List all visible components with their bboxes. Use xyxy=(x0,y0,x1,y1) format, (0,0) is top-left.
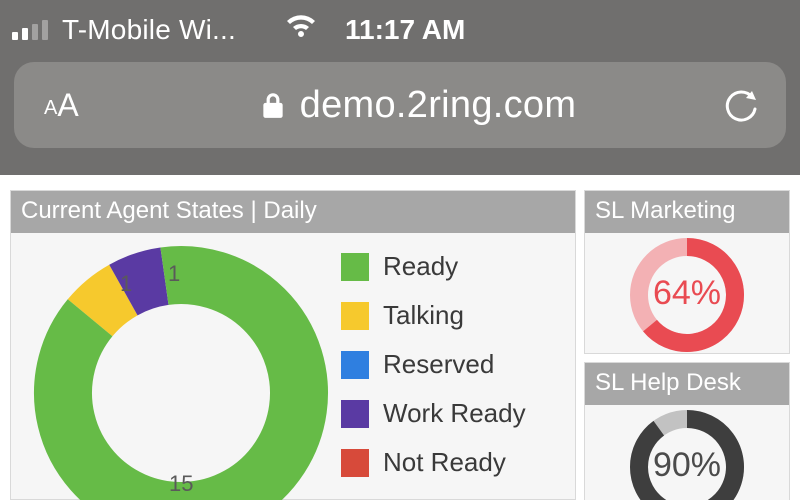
legend-swatch xyxy=(341,449,369,477)
panel-title: SL Help Desk xyxy=(585,363,789,405)
legend-item: Ready xyxy=(341,251,575,282)
sl-helpdesk-gauge: 90% xyxy=(585,405,789,500)
carrier-label: T-Mobile Wi... xyxy=(62,14,236,46)
donut-value-talking: 1 xyxy=(120,271,132,297)
lock-icon xyxy=(260,90,286,120)
panel-title: SL Marketing xyxy=(585,191,789,233)
status-bar: T-Mobile Wi... 11:17 AM xyxy=(0,8,800,48)
legend: Ready Talking Reserved Work Ready Not Ready xyxy=(341,233,575,500)
legend-label: Work Ready xyxy=(383,398,526,429)
legend-item: Not Ready xyxy=(341,447,575,478)
dashboard: Current Agent States | Daily 15 1 1 Read… xyxy=(10,190,790,500)
legend-label: Ready xyxy=(383,251,458,282)
reload-button[interactable] xyxy=(722,87,786,123)
legend-label: Talking xyxy=(383,300,464,331)
panel-title: Current Agent States | Daily xyxy=(11,191,575,233)
clock-label: 11:17 AM xyxy=(345,14,465,46)
donut-value-ready: 15 xyxy=(169,471,193,497)
legend-swatch xyxy=(341,400,369,428)
legend-swatch xyxy=(341,351,369,379)
legend-item: Talking xyxy=(341,300,575,331)
donut-value-workready: 1 xyxy=(168,261,180,287)
sl-marketing-panel: SL Marketing 64% xyxy=(584,190,790,354)
wifi-icon xyxy=(284,14,318,49)
gauge-value: 90% xyxy=(653,446,721,485)
legend-item: Work Ready xyxy=(341,398,575,429)
agent-states-panel: Current Agent States | Daily 15 1 1 Read… xyxy=(10,190,576,500)
legend-item: Reserved xyxy=(341,349,575,380)
browser-chrome: T-Mobile Wi... 11:17 AM AA demo.2ring.co… xyxy=(0,0,800,175)
legend-label: Not Ready xyxy=(383,447,506,478)
gauge-value: 64% xyxy=(653,274,721,313)
legend-swatch xyxy=(341,302,369,330)
legend-swatch xyxy=(341,253,369,281)
sl-marketing-gauge: 64% xyxy=(585,233,789,353)
text-size-button[interactable]: AA xyxy=(14,87,114,124)
url-display[interactable]: demo.2ring.com xyxy=(114,84,722,127)
sl-helpdesk-panel: SL Help Desk 90% xyxy=(584,362,790,500)
agent-states-donut: 15 1 1 xyxy=(11,233,341,500)
legend-label: Reserved xyxy=(383,349,494,380)
address-bar[interactable]: AA demo.2ring.com xyxy=(14,62,786,148)
url-text: demo.2ring.com xyxy=(300,84,577,127)
cell-signal-icon xyxy=(12,20,48,40)
